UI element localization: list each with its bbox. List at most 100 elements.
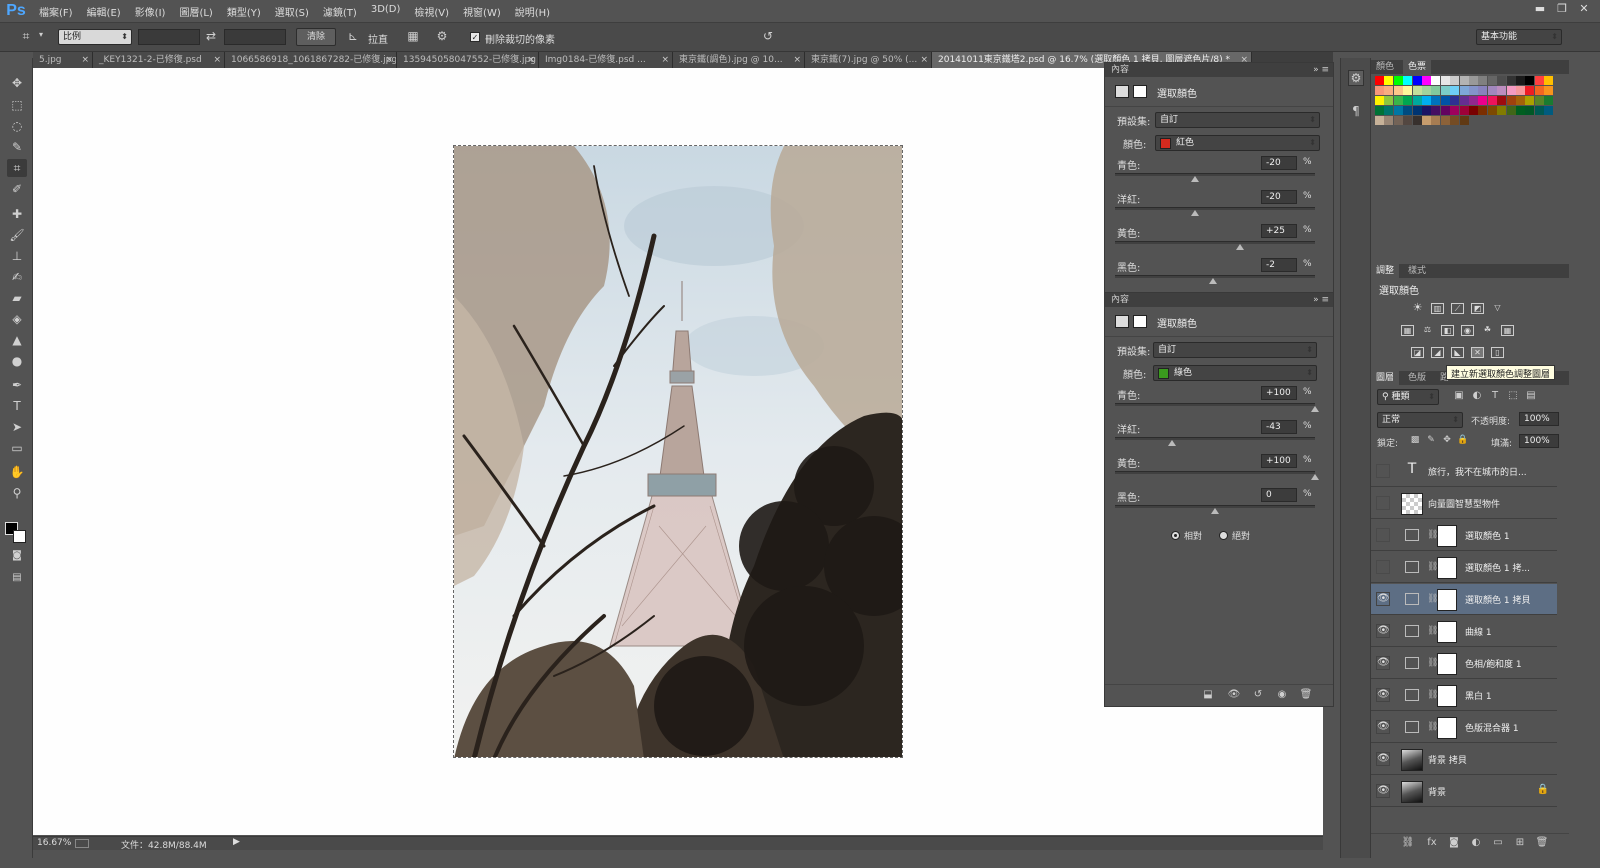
color-swatch[interactable] (1375, 76, 1384, 85)
rectangle-tool-icon[interactable]: ▭ (7, 439, 27, 457)
color-swatch[interactable] (1506, 86, 1516, 95)
color-swatch[interactable] (1516, 86, 1525, 95)
tool-preset-chevron-icon[interactable]: ▾ (36, 30, 46, 39)
color-swatch[interactable] (1525, 86, 1535, 95)
slider-track[interactable] (1115, 241, 1315, 244)
color-swatch[interactable] (1478, 106, 1488, 115)
layer-row[interactable]: 👁 背景 🔒 (1371, 776, 1557, 807)
gradient-map-icon[interactable]: ▯ (1491, 347, 1504, 358)
channel-mixer-icon[interactable]: ☘ (1481, 325, 1494, 336)
menu-item[interactable]: 3D(D) (364, 4, 408, 19)
layer-visibility-eye-icon[interactable]: 👁 (1376, 784, 1390, 798)
color-swatch[interactable] (1440, 96, 1450, 105)
layer-visibility-eye-icon[interactable] (1376, 560, 1390, 574)
color-swatch[interactable] (1497, 86, 1507, 95)
layer-mask-thumbnail[interactable] (1437, 589, 1457, 611)
brightness-contrast-icon[interactable]: ☀ (1411, 302, 1424, 314)
color-swatch[interactable] (1384, 106, 1394, 115)
color-swatch[interactable] (1478, 86, 1488, 95)
menu-item[interactable]: 選取(S) (268, 4, 316, 19)
color-swatch[interactable] (1469, 76, 1478, 85)
color-swatch[interactable] (1384, 76, 1394, 85)
color-balance-icon[interactable]: ⚖ (1421, 325, 1434, 336)
tab-color[interactable]: 顏色 (1371, 60, 1399, 74)
delete-layer-icon[interactable]: 🗑 (1535, 837, 1549, 848)
menu-item[interactable]: 說明(H) (508, 4, 557, 19)
panel-menu-icon[interactable]: » ≡ (1313, 63, 1329, 77)
blur-tool-icon[interactable]: ▲ (7, 331, 27, 349)
properties-panel-icon[interactable]: ⚙ (1348, 70, 1364, 86)
layer-visibility-eye-icon[interactable]: 👁 (1376, 752, 1390, 766)
exposure-icon[interactable]: ◩ (1471, 303, 1484, 314)
color-swatch[interactable] (1525, 96, 1535, 105)
absolute-radio[interactable] (1219, 531, 1228, 540)
color-swatch[interactable] (1412, 86, 1422, 95)
crop-tool-button-icon[interactable]: ⌗ (7, 159, 27, 177)
color-swatch[interactable] (1422, 116, 1431, 125)
curves-icon[interactable]: ⟋ (1451, 303, 1464, 314)
filter-adjustment-icon[interactable]: ◐ (1471, 390, 1483, 401)
color-swatch[interactable] (1431, 76, 1441, 85)
color-swatch[interactable] (1403, 106, 1413, 115)
reset-adjustment-icon[interactable]: ↺ (1251, 689, 1265, 700)
clone-stamp-tool-icon[interactable]: ⊥ (7, 247, 27, 265)
colors-select[interactable]: 綠色 (1153, 365, 1317, 381)
layer-row[interactable]: ⛓ 選取顏色 1 拷... (1371, 552, 1557, 583)
lasso-tool-icon[interactable]: ◌ (7, 117, 27, 135)
layer-mask-thumbnail[interactable] (1437, 685, 1457, 707)
new-layer-icon[interactable]: ⊞ (1513, 837, 1527, 848)
layer-mask-thumbnail[interactable] (1437, 653, 1457, 675)
slider-value-input[interactable]: +25 (1261, 224, 1297, 238)
new-group-icon[interactable]: ▭ (1491, 837, 1505, 848)
layer-mask-thumbnail[interactable] (1437, 717, 1457, 739)
color-swatch[interactable] (1534, 96, 1544, 105)
pen-tool-icon[interactable]: ✒ (7, 376, 27, 394)
layer-visibility-eye-icon[interactable]: 👁 (1376, 592, 1390, 606)
clip-to-layer-icon[interactable]: ⬓ (1201, 689, 1215, 700)
color-swatch[interactable] (1384, 116, 1394, 125)
hue-saturation-icon[interactable]: ▦ (1401, 325, 1414, 336)
tab-adjustments[interactable]: 調整 (1371, 264, 1400, 278)
color-swatch[interactable] (1422, 96, 1431, 105)
brush-tool-icon[interactable]: 🖌 (7, 226, 27, 244)
color-swatch[interactable] (1375, 86, 1384, 95)
relative-radio[interactable] (1171, 531, 1180, 540)
slider-value-input[interactable]: -43 (1261, 420, 1297, 434)
blend-mode-select[interactable]: 正常 (1377, 412, 1463, 428)
clear-button[interactable]: 清除 (296, 28, 336, 46)
slider-track[interactable] (1115, 403, 1315, 406)
layer-row[interactable]: 👁 ⛓ 黑白 1 (1371, 680, 1557, 711)
color-swatch[interactable] (1497, 96, 1507, 105)
zoom-level[interactable]: 16.67% (37, 838, 71, 848)
character-panel-icon[interactable]: ¶ (1348, 104, 1364, 120)
color-swatch[interactable] (1534, 86, 1544, 95)
layer-style-fx-icon[interactable]: fx (1425, 837, 1439, 848)
marquee-tool-icon[interactable]: ⬚ (7, 96, 27, 114)
view-previous-icon[interactable]: 👁 (1227, 689, 1241, 700)
type-tool-icon[interactable]: T (7, 397, 27, 415)
threshold-icon[interactable]: ◣ (1451, 347, 1464, 358)
color-swatch[interactable] (1487, 96, 1497, 105)
new-adjustment-layer-icon[interactable]: ◐ (1469, 837, 1483, 848)
document-tab[interactable]: _KEY1321-2-已修復.psd × (93, 52, 225, 68)
colors-select[interactable]: 紅色 (1155, 135, 1320, 151)
restore-button[interactable]: ❐ (1552, 1, 1572, 17)
color-swatch[interactable] (1487, 76, 1497, 85)
layer-row[interactable]: T 旅行，我不在城市的日... (1371, 456, 1557, 487)
color-swatch[interactable] (1459, 86, 1469, 95)
slider-handle[interactable] (1311, 474, 1319, 480)
layer-row[interactable]: 👁 ⛓ 色版混合器 1 (1371, 712, 1557, 743)
tab-styles[interactable]: 樣式 (1403, 264, 1431, 278)
layer-row[interactable]: 👁 ⛓ 曲線 1 (1371, 616, 1557, 647)
color-swatch[interactable] (1403, 116, 1413, 125)
color-swatch[interactable] (1469, 86, 1478, 95)
color-swatch[interactable] (1450, 96, 1460, 105)
healing-brush-tool-icon[interactable]: ✚ (7, 205, 27, 223)
tab-layers[interactable]: 圖層 (1371, 371, 1400, 385)
color-swatch[interactable] (1403, 96, 1413, 105)
slider-track[interactable] (1115, 437, 1315, 440)
document-tab[interactable]: Img0184-已修復.psd ... × (539, 52, 673, 68)
lock-transparent-icon[interactable]: ▩ (1409, 435, 1421, 445)
color-swatch[interactable] (1431, 116, 1441, 125)
slider-track[interactable] (1115, 207, 1315, 210)
